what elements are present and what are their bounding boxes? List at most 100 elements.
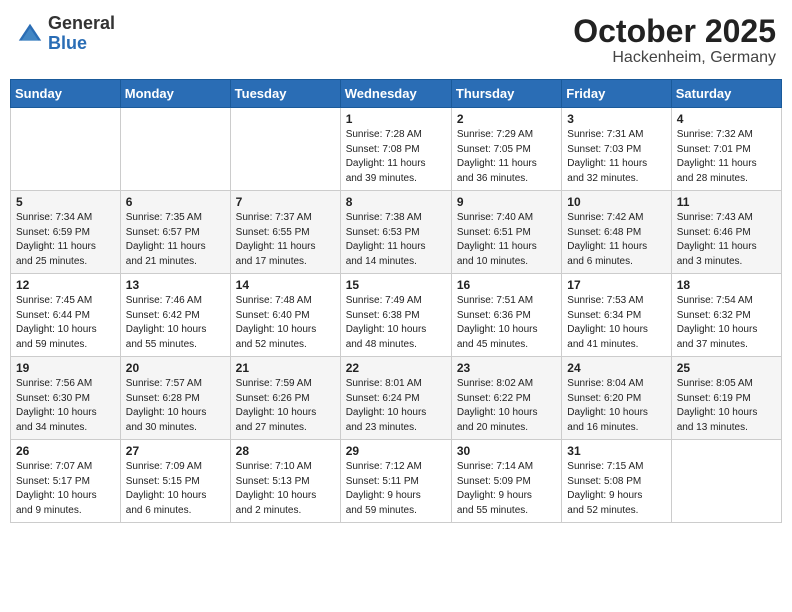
weekday-header-row: SundayMondayTuesdayWednesdayThursdayFrid… <box>11 80 782 108</box>
day-info: Sunrise: 7:59 AM Sunset: 6:26 PM Dayligh… <box>236 377 335 435</box>
week-row-2: 12 Sunrise: 7:45 AM Sunset: 6:44 PM Dayli… <box>11 274 782 357</box>
calendar-cell: 17Sunrise: 7:53 AM Sunset: 6:34 PM Dayli… <box>562 274 671 357</box>
calendar-cell: 21 Sunrise: 7:59 AM Sunset: 6:26 PM Dayli… <box>230 357 340 440</box>
title-block: October 2025 Hackenheim, Germany <box>573 14 776 67</box>
day-info: Sunrise: 7:54 AM Sunset: 6:32 PM Dayligh… <box>677 294 776 352</box>
calendar-cell: 19Sunrise: 7:56 AM Sunset: 6:30 PM Dayli… <box>11 357 121 440</box>
calendar-cell <box>11 108 121 191</box>
month-title: October 2025 <box>573 14 776 49</box>
logo-general: General <box>48 14 115 34</box>
day-number: 6 <box>126 195 225 209</box>
day-number: 30 <box>457 444 556 458</box>
day-number: 29 <box>346 444 446 458</box>
day-number: 3 <box>567 112 665 126</box>
calendar-cell: 15 Sunrise: 7:49 AM Sunset: 6:38 PM Dayli… <box>340 274 451 357</box>
calendar-cell: 8 Sunrise: 7:38 AM Sunset: 6:53 PM Daylig… <box>340 191 451 274</box>
day-info: Sunrise: 8:01 AM Sunset: 6:24 PM Dayligh… <box>346 377 446 435</box>
day-info: Sunrise: 7:35 AM Sunset: 6:57 PM Dayligh… <box>126 211 225 269</box>
day-number: 8 <box>346 195 446 209</box>
calendar-cell: 12 Sunrise: 7:45 AM Sunset: 6:44 PM Dayli… <box>11 274 121 357</box>
day-info: Sunrise: 7:38 AM Sunset: 6:53 PM Dayligh… <box>346 211 446 269</box>
calendar-cell <box>671 440 781 523</box>
calendar-cell: 2 Sunrise: 7:29 AM Sunset: 7:05 PM Daylig… <box>451 108 561 191</box>
day-number: 2 <box>457 112 556 126</box>
day-number: 5 <box>16 195 115 209</box>
day-info: Sunrise: 7:14 AM Sunset: 5:09 PM Dayligh… <box>457 460 556 518</box>
day-info: Sunrise: 7:07 AM Sunset: 5:17 PM Dayligh… <box>16 460 115 518</box>
calendar-cell: 23Sunrise: 8:02 AM Sunset: 6:22 PM Dayli… <box>451 357 561 440</box>
day-number: 10 <box>567 195 665 209</box>
day-number: 23 <box>457 361 556 375</box>
day-number: 21 <box>236 361 335 375</box>
calendar-cell: 5 Sunrise: 7:34 AM Sunset: 6:59 PM Daylig… <box>11 191 121 274</box>
day-info: Sunrise: 7:29 AM Sunset: 7:05 PM Dayligh… <box>457 128 556 186</box>
calendar-cell: 10 Sunrise: 7:42 AM Sunset: 6:48 PM Dayli… <box>562 191 671 274</box>
day-number: 16 <box>457 278 556 292</box>
weekday-header-tuesday: Tuesday <box>230 80 340 108</box>
calendar-cell: 28 Sunrise: 7:10 AM Sunset: 5:13 PM Dayli… <box>230 440 340 523</box>
day-number: 22 <box>346 361 446 375</box>
day-info: Sunrise: 7:48 AM Sunset: 6:40 PM Dayligh… <box>236 294 335 352</box>
calendar-cell: 26 Sunrise: 7:07 AM Sunset: 5:17 PM Dayli… <box>11 440 121 523</box>
day-info: Sunrise: 7:34 AM Sunset: 6:59 PM Dayligh… <box>16 211 115 269</box>
weekday-header-thursday: Thursday <box>451 80 561 108</box>
day-number: 18 <box>677 278 776 292</box>
logo-text: General Blue <box>48 14 115 54</box>
day-info: Sunrise: 8:04 AM Sunset: 6:20 PM Dayligh… <box>567 377 665 435</box>
day-info: Sunrise: 7:49 AM Sunset: 6:38 PM Dayligh… <box>346 294 446 352</box>
day-number: 13 <box>126 278 225 292</box>
weekday-header-saturday: Saturday <box>671 80 781 108</box>
calendar-cell: 14Sunrise: 7:48 AM Sunset: 6:40 PM Dayli… <box>230 274 340 357</box>
calendar-cell: 13 Sunrise: 7:46 AM Sunset: 6:42 PM Dayli… <box>120 274 230 357</box>
calendar-cell: 22 Sunrise: 8:01 AM Sunset: 6:24 PM Dayli… <box>340 357 451 440</box>
day-number: 7 <box>236 195 335 209</box>
day-number: 11 <box>677 195 776 209</box>
day-info: Sunrise: 7:45 AM Sunset: 6:44 PM Dayligh… <box>16 294 115 352</box>
day-number: 24 <box>567 361 665 375</box>
calendar-cell <box>230 108 340 191</box>
day-number: 15 <box>346 278 446 292</box>
day-number: 20 <box>126 361 225 375</box>
day-info: Sunrise: 7:56 AM Sunset: 6:30 PM Dayligh… <box>16 377 115 435</box>
day-info: Sunrise: 7:37 AM Sunset: 6:55 PM Dayligh… <box>236 211 335 269</box>
calendar-cell: 6 Sunrise: 7:35 AM Sunset: 6:57 PM Daylig… <box>120 191 230 274</box>
day-number: 12 <box>16 278 115 292</box>
weekday-header-wednesday: Wednesday <box>340 80 451 108</box>
calendar-cell: 24 Sunrise: 8:04 AM Sunset: 6:20 PM Dayli… <box>562 357 671 440</box>
week-row-0: 1Sunrise: 7:28 AM Sunset: 7:08 PM Daylig… <box>11 108 782 191</box>
calendar-cell: 27Sunrise: 7:09 AM Sunset: 5:15 PM Dayli… <box>120 440 230 523</box>
day-info: Sunrise: 7:09 AM Sunset: 5:15 PM Dayligh… <box>126 460 225 518</box>
day-info: Sunrise: 7:10 AM Sunset: 5:13 PM Dayligh… <box>236 460 335 518</box>
calendar-cell: 7 Sunrise: 7:37 AM Sunset: 6:55 PM Daylig… <box>230 191 340 274</box>
day-number: 28 <box>236 444 335 458</box>
logo: General Blue <box>16 14 115 54</box>
week-row-3: 19Sunrise: 7:56 AM Sunset: 6:30 PM Dayli… <box>11 357 782 440</box>
calendar-table: SundayMondayTuesdayWednesdayThursdayFrid… <box>10 79 782 523</box>
calendar-cell: 1Sunrise: 7:28 AM Sunset: 7:08 PM Daylig… <box>340 108 451 191</box>
day-number: 31 <box>567 444 665 458</box>
calendar-cell: 25Sunrise: 8:05 AM Sunset: 6:19 PM Dayli… <box>671 357 781 440</box>
calendar-cell: 18 Sunrise: 7:54 AM Sunset: 6:32 PM Dayli… <box>671 274 781 357</box>
day-number: 4 <box>677 112 776 126</box>
day-info: Sunrise: 7:43 AM Sunset: 6:46 PM Dayligh… <box>677 211 776 269</box>
weekday-header-monday: Monday <box>120 80 230 108</box>
day-number: 26 <box>16 444 115 458</box>
day-info: Sunrise: 7:42 AM Sunset: 6:48 PM Dayligh… <box>567 211 665 269</box>
day-info: Sunrise: 7:53 AM Sunset: 6:34 PM Dayligh… <box>567 294 665 352</box>
weekday-header-sunday: Sunday <box>11 80 121 108</box>
day-info: Sunrise: 7:57 AM Sunset: 6:28 PM Dayligh… <box>126 377 225 435</box>
day-info: Sunrise: 7:51 AM Sunset: 6:36 PM Dayligh… <box>457 294 556 352</box>
page-header: General Blue October 2025 Hackenheim, Ge… <box>10 10 782 71</box>
day-number: 1 <box>346 112 446 126</box>
calendar-cell: 16 Sunrise: 7:51 AM Sunset: 6:36 PM Dayli… <box>451 274 561 357</box>
day-info: Sunrise: 7:15 AM Sunset: 5:08 PM Dayligh… <box>567 460 665 518</box>
day-number: 9 <box>457 195 556 209</box>
calendar-cell: 20 Sunrise: 7:57 AM Sunset: 6:28 PM Dayli… <box>120 357 230 440</box>
calendar-cell: 31 Sunrise: 7:15 AM Sunset: 5:08 PM Dayli… <box>562 440 671 523</box>
calendar-cell: 29Sunrise: 7:12 AM Sunset: 5:11 PM Dayli… <box>340 440 451 523</box>
day-info: Sunrise: 7:40 AM Sunset: 6:51 PM Dayligh… <box>457 211 556 269</box>
week-row-1: 5 Sunrise: 7:34 AM Sunset: 6:59 PM Daylig… <box>11 191 782 274</box>
calendar-cell: 11 Sunrise: 7:43 AM Sunset: 6:46 PM Dayli… <box>671 191 781 274</box>
day-info: Sunrise: 7:46 AM Sunset: 6:42 PM Dayligh… <box>126 294 225 352</box>
day-number: 25 <box>677 361 776 375</box>
